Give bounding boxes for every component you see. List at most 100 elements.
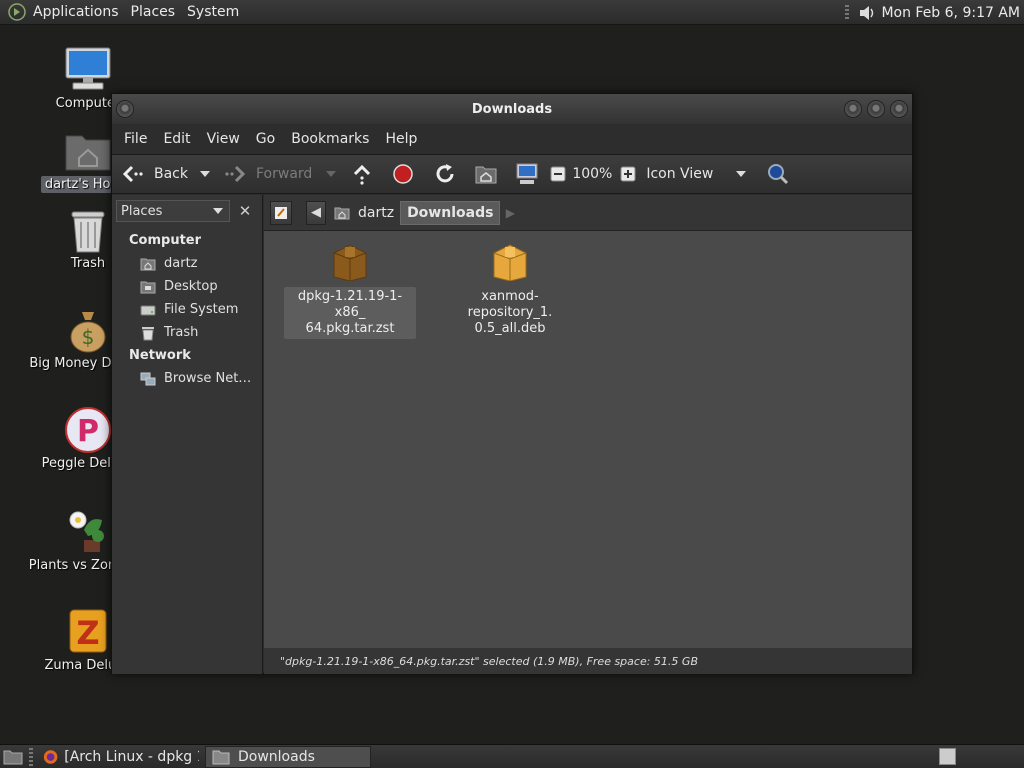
window-titlebar[interactable]: Downloads: [112, 94, 912, 124]
pathbar-scroll-right-button[interactable]: ▶: [500, 201, 520, 225]
window-menu-button[interactable]: [116, 100, 134, 118]
breadcrumb-dartz[interactable]: dartz: [328, 201, 400, 225]
breadcrumb-downloads[interactable]: Downloads: [400, 200, 501, 225]
zuma-icon: Z: [69, 609, 107, 653]
file-view[interactable]: ◀ dartz Downloads ▶ dpkg-1.21.19-1-x86_ …: [264, 195, 912, 674]
peggle-icon: P: [65, 407, 111, 453]
up-arrow-icon[interactable]: [350, 162, 374, 186]
menu-file[interactable]: File: [116, 131, 155, 147]
network-icon: [140, 372, 156, 385]
sidebar-item-file-system[interactable]: File System: [112, 298, 262, 321]
sidebar-item-dartz[interactable]: dartz: [112, 252, 262, 275]
minimize-button[interactable]: [844, 100, 862, 118]
reload-icon[interactable]: [433, 162, 457, 186]
places-menu[interactable]: Places: [125, 4, 182, 20]
taskbar-item-browser[interactable]: [Arch Linux - dpkg 1....: [37, 746, 205, 768]
forward-label: Forward: [256, 166, 313, 182]
sidebar-section-network: Network: [129, 348, 191, 363]
search-icon[interactable]: [766, 162, 790, 186]
maximize-button[interactable]: [867, 100, 885, 118]
distro-logo-icon[interactable]: [7, 2, 27, 22]
computer-icon: [65, 47, 111, 90]
sidebar-item-desktop[interactable]: Desktop: [112, 275, 262, 298]
bottom-panel: [Arch Linux - dpkg 1.... Downloads: [0, 744, 1024, 768]
menu-view[interactable]: View: [199, 131, 248, 147]
drive-icon: [140, 305, 156, 315]
close-button[interactable]: [890, 100, 908, 118]
sidebar-item-trash[interactable]: Trash: [112, 321, 262, 344]
file-name-line: 64.pkg.tar.zst: [305, 321, 395, 336]
volume-icon[interactable]: [857, 3, 877, 23]
home-folder-icon: [140, 258, 156, 270]
view-mode-dropdown[interactable]: [736, 171, 747, 177]
forward-button[interactable]: Forward: [224, 154, 312, 194]
edit-icon: [275, 206, 287, 219]
applications-menu[interactable]: Applications: [27, 4, 125, 20]
back-label: Back: [154, 166, 188, 182]
breadcrumb-label: Downloads: [407, 204, 494, 221]
status-bar: "dpkg-1.21.19-1-x86_64.pkg.tar.zst" sele…: [264, 648, 912, 674]
menu-edit[interactable]: Edit: [155, 131, 198, 147]
close-sidebar-button[interactable]: ✕: [235, 200, 255, 222]
location-bar: ◀ dartz Downloads ▶: [264, 195, 912, 231]
sidebar-item-label: Desktop: [164, 279, 218, 294]
taskbar-item-downloads[interactable]: Downloads: [205, 745, 371, 768]
sidebar-selector-label: Places: [121, 203, 163, 219]
tray-grip: [845, 4, 850, 21]
places-sidebar: Places ✕ Computer dartz Desktop File Sys…: [112, 195, 263, 674]
desktop-folder-icon: [140, 281, 156, 293]
computer-icon[interactable]: [515, 162, 539, 186]
taskbar-item-label: [Arch Linux - dpkg 1....: [64, 748, 199, 765]
zoom-in-icon[interactable]: [620, 166, 636, 182]
sidebar-selector[interactable]: Places: [116, 200, 230, 222]
forward-arrow-icon: [225, 165, 246, 183]
menubar: File Edit View Go Bookmarks Help: [112, 124, 912, 154]
svg-text:$: $: [82, 325, 95, 349]
stop-icon[interactable]: [392, 163, 414, 185]
home-folder-icon: [65, 135, 111, 171]
zoom-out-icon[interactable]: [550, 166, 566, 182]
trash-icon: [142, 326, 154, 340]
svg-text:Z: Z: [76, 614, 99, 652]
sidebar-section-computer: Computer: [129, 233, 202, 248]
back-history-dropdown[interactable]: [200, 171, 210, 177]
top-panel: Applications Places System Mon Feb 6, 9:…: [0, 0, 1024, 25]
file-name: dpkg-1.21.19-1-x86_ 64.pkg.tar.zst: [284, 287, 416, 339]
chevron-down-icon: [213, 208, 223, 214]
sidebar-item-label: dartz: [164, 256, 198, 271]
money-bag-icon: $: [70, 312, 106, 353]
menu-help[interactable]: Help: [377, 131, 425, 147]
clock[interactable]: Mon Feb 6, 9:17 AM: [881, 5, 1020, 21]
breadcrumb-label: dartz: [358, 204, 395, 221]
workspace-switcher[interactable]: [939, 748, 956, 765]
sidebar-item-browse-network[interactable]: Browse Net…: [112, 367, 262, 390]
sidebar-item-label: File System: [164, 302, 239, 317]
file-item[interactable]: xanmod-repository_1. 0.5_all.deb: [444, 241, 576, 339]
file-name-line: dpkg-1.21.19-1-x86_: [297, 289, 403, 320]
forward-history-dropdown[interactable]: [326, 171, 337, 177]
show-desktop-icon[interactable]: [3, 748, 23, 766]
home-icon[interactable]: [474, 162, 498, 186]
menu-bookmarks[interactable]: Bookmarks: [283, 131, 377, 147]
package-icon: [333, 244, 367, 281]
window-title: Downloads: [471, 101, 553, 117]
pathbar-scroll-left-button[interactable]: ◀: [306, 200, 326, 225]
taskbar-item-label: Downloads: [238, 748, 315, 765]
sidebar-item-label: Trash: [164, 325, 199, 340]
sidebar-item-label: Browse Net…: [164, 371, 252, 386]
toggle-location-entry-button[interactable]: [270, 200, 292, 225]
back-arrow-icon: [122, 165, 143, 183]
toolbar: Back Forward 100% Icon View: [112, 154, 912, 194]
zoom-level[interactable]: 100%: [572, 154, 612, 194]
menu-go[interactable]: Go: [248, 131, 283, 147]
folder-icon: [212, 750, 230, 764]
plants-icon: [69, 511, 104, 552]
file-manager-window[interactable]: Downloads File Edit View Go Bookmarks He…: [111, 93, 913, 674]
firefox-icon: [43, 749, 58, 764]
file-item[interactable]: dpkg-1.21.19-1-x86_ 64.pkg.tar.zst: [284, 241, 416, 339]
view-mode-select[interactable]: Icon View: [646, 154, 736, 194]
panel-grip: [29, 747, 33, 766]
file-name: xanmod-repository_1. 0.5_all.deb: [444, 287, 576, 339]
back-button[interactable]: Back: [120, 154, 188, 194]
system-menu[interactable]: System: [181, 4, 245, 20]
